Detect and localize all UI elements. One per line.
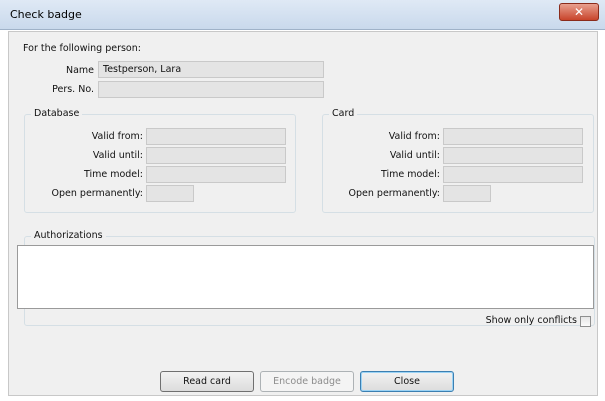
card-time-model-field[interactable] bbox=[443, 166, 583, 183]
close-button-label: Close bbox=[394, 376, 420, 387]
authorizations-group-title: Authorizations bbox=[31, 230, 106, 241]
encode-badge-button[interactable]: Encode badge bbox=[260, 371, 354, 392]
card-open-permanently-field[interactable] bbox=[443, 185, 491, 202]
read-card-button-label: Read card bbox=[183, 376, 231, 387]
card-valid-until-label: Valid until: bbox=[389, 150, 440, 161]
title-bar: Check badge ✕ bbox=[0, 0, 605, 30]
card-valid-from-label: Valid from: bbox=[388, 131, 440, 142]
db-open-permanently-field[interactable] bbox=[146, 185, 194, 202]
pers-no-field[interactable] bbox=[98, 81, 324, 98]
db-valid-until-label: Valid until: bbox=[92, 150, 143, 161]
pers-no-label: Pers. No. bbox=[52, 84, 94, 95]
card-open-permanently-label: Open permanently: bbox=[348, 188, 440, 199]
read-card-button[interactable]: Read card bbox=[160, 371, 254, 392]
window-title: Check badge bbox=[10, 8, 82, 21]
person-heading: For the following person: bbox=[23, 43, 141, 54]
db-valid-until-field[interactable] bbox=[146, 147, 286, 164]
window-close-button[interactable]: ✕ bbox=[559, 3, 599, 21]
db-time-model-field[interactable] bbox=[146, 166, 286, 183]
close-icon: ✕ bbox=[573, 5, 585, 19]
show-only-conflicts-label: Show only conflicts bbox=[485, 315, 577, 326]
name-label: Name bbox=[65, 65, 94, 76]
db-valid-from-field[interactable] bbox=[146, 128, 286, 145]
card-time-model-label: Time model: bbox=[380, 169, 440, 180]
show-only-conflicts-checkbox[interactable] bbox=[580, 316, 591, 327]
card-group-title: Card bbox=[329, 108, 358, 119]
card-valid-from-field[interactable] bbox=[443, 128, 583, 145]
db-open-permanently-label: Open permanently: bbox=[51, 188, 143, 199]
database-group-title: Database bbox=[31, 108, 83, 119]
encode-badge-button-label: Encode badge bbox=[273, 376, 341, 387]
name-field[interactable]: Testperson, Lara bbox=[98, 61, 324, 78]
db-time-model-label: Time model: bbox=[83, 169, 143, 180]
db-valid-from-label: Valid from: bbox=[91, 131, 143, 142]
authorizations-list[interactable] bbox=[17, 245, 594, 309]
card-valid-until-field[interactable] bbox=[443, 147, 583, 164]
close-button[interactable]: Close bbox=[360, 371, 454, 392]
